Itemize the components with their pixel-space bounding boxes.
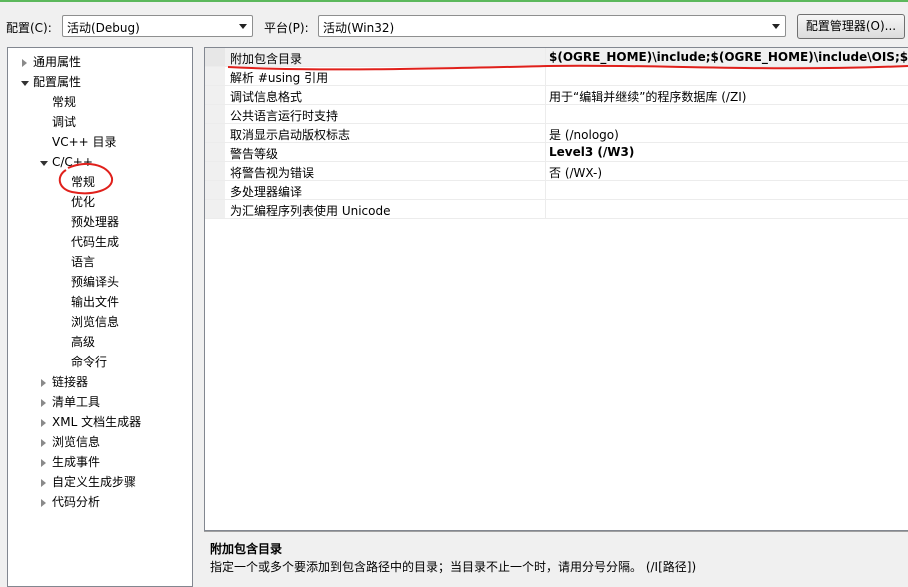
column-separator bbox=[545, 143, 546, 161]
property-row[interactable]: 将警告视为错误 否 (/WX-) bbox=[205, 162, 908, 181]
tree-item[interactable]: 常规 bbox=[71, 172, 95, 192]
row-gutter bbox=[205, 143, 225, 161]
tree-item[interactable]: 清单工具 bbox=[52, 392, 100, 412]
tree-item[interactable]: XML 文档生成器 bbox=[52, 412, 141, 432]
column-separator bbox=[545, 181, 546, 199]
column-separator bbox=[545, 86, 546, 104]
tree-collapsed-icon[interactable] bbox=[39, 458, 49, 468]
tree-item[interactable]: 高级 bbox=[71, 332, 95, 352]
tree-collapsed-icon[interactable] bbox=[39, 478, 49, 488]
chevron-down-icon bbox=[772, 24, 780, 29]
property-name: 解析 #using 引用 bbox=[230, 71, 329, 85]
property-value[interactable]: Level3 (/W3) bbox=[549, 145, 634, 159]
property-name: 警告等级 bbox=[230, 147, 279, 161]
property-name: 多处理器编译 bbox=[230, 185, 303, 199]
tree-item[interactable]: 自定义生成步骤 bbox=[52, 472, 136, 492]
tree-item[interactable]: 生成事件 bbox=[52, 452, 100, 472]
row-gutter bbox=[205, 86, 225, 104]
description-title: 附加包含目录 bbox=[210, 542, 283, 556]
tree-item[interactable]: 输出文件 bbox=[71, 292, 119, 312]
property-row[interactable]: 为汇编程序列表使用 Unicode bbox=[205, 200, 908, 219]
tree-collapsed-icon[interactable] bbox=[39, 378, 49, 388]
property-tree[interactable]: 通用属性 配置属性 常规 调试 VC++ 目录 C/C++ 常规 优化 预处理器 代码生成 语言 预编… bbox=[7, 47, 193, 587]
platform-combobox-value: 活动(Win32) bbox=[323, 21, 395, 35]
tree-item[interactable]: 预处理器 bbox=[71, 212, 119, 232]
tree-collapsed-icon[interactable] bbox=[39, 498, 49, 508]
tree-expanded-icon[interactable] bbox=[20, 78, 30, 88]
tree-collapsed-icon[interactable] bbox=[39, 418, 49, 428]
property-name: 附加包含目录 bbox=[230, 52, 303, 66]
property-value[interactable]: $(OGRE_HOME)\include;$(OGRE_HOME)\includ… bbox=[549, 50, 908, 64]
property-row[interactable]: 取消显示启动版权标志 是 (/nologo) bbox=[205, 124, 908, 143]
tree-item[interactable]: 常规 bbox=[52, 92, 76, 112]
property-row[interactable]: 解析 #using 引用 bbox=[205, 67, 908, 86]
property-row[interactable]: 公共语言运行时支持 bbox=[205, 105, 908, 124]
property-row[interactable]: 调试信息格式 用于“编辑并继续”的程序数据库 (/ZI) bbox=[205, 86, 908, 105]
config-label: 配置(C): bbox=[6, 21, 52, 35]
row-gutter bbox=[205, 124, 225, 142]
tree-collapsed-icon[interactable] bbox=[20, 58, 30, 68]
config-manager-button[interactable]: 配置管理器(O)... bbox=[797, 14, 905, 39]
row-gutter bbox=[205, 181, 225, 199]
property-value[interactable]: 否 (/WX-) bbox=[549, 164, 602, 181]
tree-item[interactable]: 通用属性 bbox=[33, 52, 81, 72]
tree-item[interactable]: 优化 bbox=[71, 192, 95, 212]
property-row[interactable]: 警告等级 Level3 (/W3) bbox=[205, 143, 908, 162]
tree-item[interactable]: C/C++ bbox=[52, 152, 93, 172]
tree-collapsed-icon[interactable] bbox=[39, 438, 49, 448]
description-pane: 附加包含目录 指定一个或多个要添加到包含路径中的目录；当目录不止一个时，请用分号… bbox=[204, 531, 908, 587]
property-name: 调试信息格式 bbox=[230, 90, 303, 104]
column-separator bbox=[545, 67, 546, 85]
property-name: 取消显示启动版权标志 bbox=[230, 128, 351, 142]
tree-item[interactable]: 语言 bbox=[71, 252, 95, 272]
chevron-down-icon bbox=[239, 24, 247, 29]
config-combobox[interactable]: 活动(Debug) bbox=[62, 15, 253, 37]
row-gutter bbox=[205, 162, 225, 180]
property-name: 将警告视为错误 bbox=[230, 166, 315, 180]
tree-item[interactable]: 预编译头 bbox=[71, 272, 119, 292]
property-row[interactable]: 附加包含目录 $(OGRE_HOME)\include;$(OGRE_HOME)\… bbox=[205, 48, 908, 67]
config-combobox-value: 活动(Debug) bbox=[67, 21, 140, 35]
row-gutter bbox=[205, 105, 225, 123]
window-top-border bbox=[0, 0, 908, 2]
tree-item[interactable]: 配置属性 bbox=[33, 72, 81, 92]
platform-combobox[interactable]: 活动(Win32) bbox=[318, 15, 786, 37]
column-separator bbox=[545, 48, 546, 66]
property-name: 为汇编程序列表使用 Unicode bbox=[230, 204, 391, 218]
row-gutter bbox=[205, 67, 225, 85]
property-row[interactable]: 多处理器编译 bbox=[205, 181, 908, 200]
tree-expanded-icon[interactable] bbox=[39, 158, 49, 168]
property-name: 公共语言运行时支持 bbox=[230, 109, 339, 123]
tree-item[interactable]: 代码分析 bbox=[52, 492, 100, 512]
property-grid[interactable]: 附加包含目录 $(OGRE_HOME)\include;$(OGRE_HOME)\… bbox=[204, 47, 908, 531]
tree-item[interactable]: 调试 bbox=[52, 112, 76, 132]
tree-item[interactable]: 链接器 bbox=[52, 372, 88, 392]
row-gutter bbox=[205, 200, 225, 218]
tree-item[interactable]: VC++ 目录 bbox=[52, 132, 117, 152]
tree-item[interactable]: 命令行 bbox=[71, 352, 107, 372]
column-separator bbox=[545, 124, 546, 142]
tree-item[interactable]: 浏览信息 bbox=[71, 312, 119, 332]
tree-collapsed-icon[interactable] bbox=[39, 398, 49, 408]
column-separator bbox=[545, 200, 546, 218]
tree-item[interactable]: 浏览信息 bbox=[52, 432, 100, 452]
property-value[interactable]: 用于“编辑并继续”的程序数据库 (/ZI) bbox=[549, 88, 746, 105]
property-value[interactable]: 是 (/nologo) bbox=[549, 126, 619, 143]
tree-item[interactable]: 代码生成 bbox=[71, 232, 119, 252]
column-separator bbox=[545, 162, 546, 180]
column-separator bbox=[545, 105, 546, 123]
platform-label: 平台(P): bbox=[264, 21, 309, 35]
description-text: 指定一个或多个要添加到包含路径中的目录；当目录不止一个时，请用分号分隔。 (/I… bbox=[210, 560, 697, 574]
row-gutter bbox=[205, 48, 225, 66]
